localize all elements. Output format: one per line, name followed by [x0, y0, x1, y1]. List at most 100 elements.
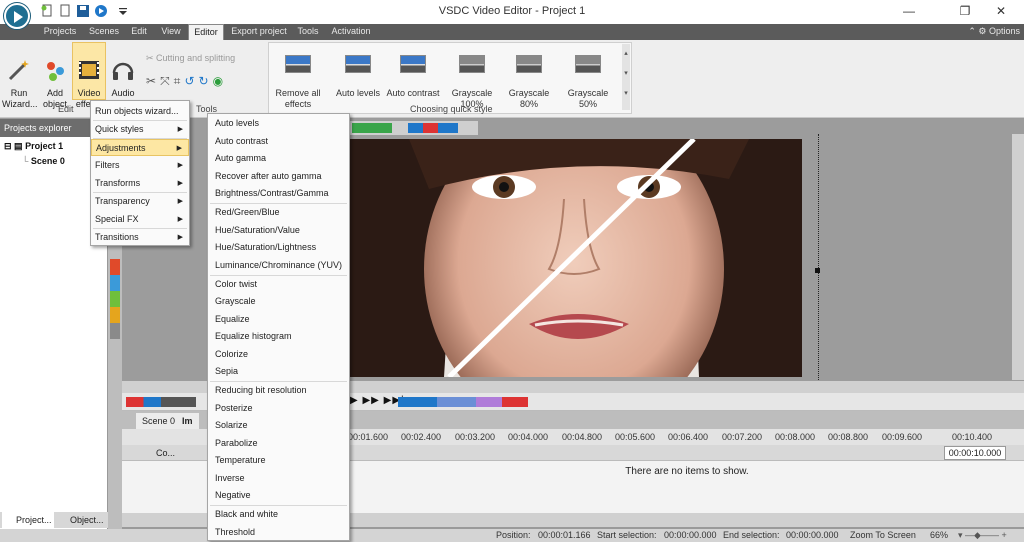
expand-icon[interactable]: ⊟ — [4, 141, 14, 151]
menu-item-adjustments[interactable]: Adjustments ▶ — [91, 139, 189, 156]
duration-field[interactable]: 00:00:10.000 — [944, 446, 1006, 460]
ruler-tick: 00:08.800 — [828, 432, 869, 442]
adj-posterize[interactable]: Posterize — [208, 400, 349, 417]
headphones-icon — [112, 62, 134, 80]
adj-colorize[interactable]: Colorize — [208, 346, 349, 363]
scissors-tool-icon[interactable]: ✂ — [146, 74, 160, 88]
adj-temperature[interactable]: Temperature — [208, 452, 349, 469]
tab-image[interactable]: Im — [176, 413, 199, 429]
crop-icon[interactable]: ⌗ — [174, 74, 185, 88]
ruler-tick: 00:01.600 — [348, 432, 389, 442]
tab-projects[interactable]: Projects — [42, 24, 78, 40]
column-header-label[interactable]: Co... — [156, 448, 175, 458]
tab-view[interactable]: View — [156, 24, 186, 40]
start-selection-label: Start selection: — [597, 530, 657, 540]
submenu-arrow-icon: ▶ — [177, 126, 183, 133]
submenu-arrow-icon: ▶ — [177, 162, 183, 169]
options-menu[interactable]: ⌃ ⚙ Options — [968, 24, 1020, 39]
quick-style-label: Grayscale 50% — [567, 88, 609, 109]
zoom-tools-icon[interactable] — [126, 397, 196, 407]
cutting-splitting-button[interactable]: ✂ Cutting and splitting — [146, 53, 246, 64]
adj-red-green-blue[interactable]: Red/Green/Blue — [208, 204, 349, 221]
ruler-tick: 00:05.600 — [615, 432, 656, 442]
tab-editor[interactable]: Editor — [188, 24, 224, 40]
zoom-slider[interactable]: ▾ —◆—— + — [958, 529, 1007, 542]
menu-item-quick-styles[interactable]: Quick styles ▶ — [91, 121, 189, 138]
menu-item-filters[interactable]: Filters ▶ — [91, 157, 189, 174]
align-tools-icon[interactable] — [408, 123, 458, 133]
adj-grayscale[interactable]: Grayscale — [208, 293, 349, 310]
menu-item-transparency[interactable]: Transparency ▶ — [91, 193, 189, 210]
adj-solarize[interactable]: Solarize — [208, 417, 349, 434]
adj-auto-levels[interactable]: Auto levels — [208, 115, 349, 132]
quick-style-auto-levels[interactable]: Auto levels — [328, 44, 388, 110]
quick-style-thumb — [285, 55, 311, 73]
quick-style-thumb — [516, 55, 542, 73]
adj-color-twist[interactable]: Color twist — [208, 276, 349, 293]
adj-reducing-bit-resolution[interactable]: Reducing bit resolution — [208, 382, 349, 399]
adj-recover-after-auto-gamma[interactable]: Recover after auto gamma — [208, 168, 349, 185]
preview-image[interactable] — [349, 139, 802, 377]
adj-parabolize[interactable]: Parabolize — [208, 435, 349, 452]
adj-threshold[interactable]: Threshold — [208, 524, 349, 541]
empty-timeline-message: There are no items to show. — [625, 466, 749, 477]
run-wizard-button[interactable]: Run Wizard... — [2, 46, 38, 121]
app-logo-icon[interactable] — [4, 3, 30, 29]
adj-brightness-contrast-gamma[interactable]: Brightness/Contrast/Gamma — [208, 185, 349, 202]
playback-controls[interactable]: ▶ ▶▶ ▶▶| — [350, 395, 405, 406]
quick-style-remove-all[interactable]: Remove all effects — [268, 44, 328, 121]
tree-item-project[interactable]: ⊟ ▤ Project 1 — [4, 141, 63, 152]
menu-item-run-objects-wizard[interactable]: Run objects wizard... — [91, 103, 189, 120]
adj-equalize-histogram[interactable]: Equalize histogram — [208, 328, 349, 345]
adj-sepia[interactable]: Sepia — [208, 363, 349, 380]
stabilize-icon[interactable]: ◉ — [213, 74, 227, 88]
tab-tools[interactable]: Tools — [294, 24, 322, 40]
tab-project-explorer[interactable]: Project... — [2, 512, 54, 528]
ruler-tick: 00:10.400 — [952, 432, 993, 442]
quick-styles-scroll[interactable]: ▴ ▾ ▾ — [622, 44, 630, 110]
tab-edit[interactable]: Edit — [126, 24, 152, 40]
adj-equalize[interactable]: Equalize — [208, 311, 349, 328]
collapse-ribbon-icon[interactable]: ⌃ — [968, 26, 976, 36]
submenu-arrow-icon: ▶ — [177, 198, 183, 205]
trim-icon[interactable]: ⤧ — [160, 74, 174, 88]
preview-toolstrip[interactable] — [348, 121, 478, 135]
adj-luminance-chrominance[interactable]: Luminance/Chrominance (YUV) — [208, 257, 349, 274]
menu-item-transforms[interactable]: Transforms ▶ — [91, 175, 189, 192]
adj-hue-saturation-value[interactable]: Hue/Saturation/Value — [208, 222, 349, 239]
adj-auto-gamma[interactable]: Auto gamma — [208, 150, 349, 167]
tab-objects-explorer[interactable]: Object... — [56, 512, 108, 528]
adj-inverse[interactable]: Inverse — [208, 470, 349, 487]
tab-activation[interactable]: Activation — [328, 24, 374, 40]
tab-scenes[interactable]: Scenes — [86, 24, 122, 40]
adj-negative[interactable]: Negative — [208, 487, 349, 504]
zoom-to-screen-button[interactable]: Zoom To Screen — [850, 529, 916, 542]
quick-style-grayscale-80[interactable]: Grayscale 80% — [499, 44, 559, 121]
preview-vertical-scrollbar[interactable] — [1012, 134, 1024, 380]
status-bar: Position: 00:00:01.166 Start selection: … — [0, 529, 1024, 542]
rotate-left-icon[interactable]: ↺ — [184, 74, 198, 88]
move-tools-icon[interactable] — [352, 123, 392, 133]
tab-scene-0[interactable]: Scene 0 — [136, 413, 182, 429]
rotate-right-icon[interactable]: ↻ — [199, 74, 213, 88]
minimize-button[interactable]: — — [886, 0, 932, 22]
menu-item-transitions[interactable]: Transitions ▶ — [91, 229, 189, 246]
menu-item-label: Transparency — [95, 196, 150, 206]
object-tools-icons[interactable] — [110, 259, 120, 339]
adj-auto-contrast[interactable]: Auto contrast — [208, 133, 349, 150]
video-effects-button[interactable]: Video effects — [72, 42, 106, 109]
tools-icons-row[interactable]: ✂⤧⌗↺↻◉ — [146, 74, 264, 90]
adj-hue-saturation-lightness[interactable]: Hue/Saturation/Lightness — [208, 239, 349, 256]
adj-black-and-white[interactable]: Black and white — [208, 506, 349, 523]
resize-handle[interactable] — [815, 268, 820, 273]
quick-style-grayscale-50[interactable]: Grayscale 50% — [558, 44, 618, 121]
tree-item-label: Project 1 — [25, 141, 64, 151]
tab-export-project[interactable]: Export project — [228, 24, 290, 40]
scissors-icon: ✂ — [146, 53, 157, 63]
close-button[interactable]: ✕ — [978, 0, 1024, 22]
tree-item-scene[interactable]: └ Scene 0 — [22, 156, 65, 166]
menu-item-special-fx[interactable]: Special FX ▶ — [91, 211, 189, 228]
timeline-tools-icon[interactable] — [398, 397, 528, 407]
zoom-value[interactable]: 66% — [930, 529, 948, 542]
quick-style-auto-contrast[interactable]: Auto contrast — [382, 44, 444, 110]
